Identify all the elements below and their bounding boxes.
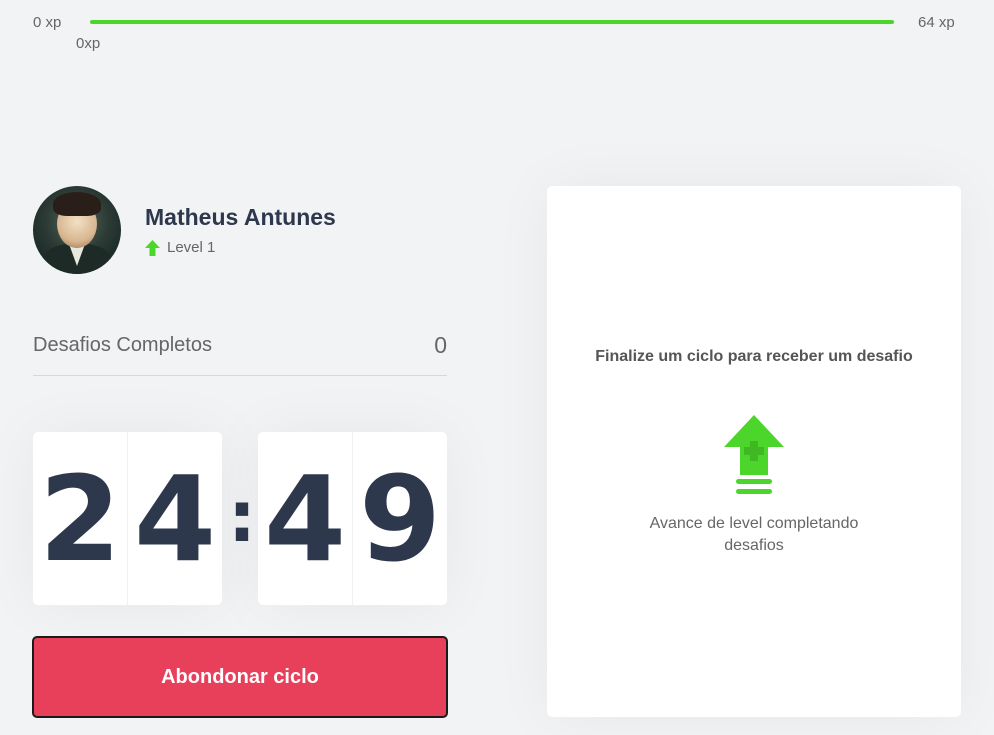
xp-progress-fill — [90, 20, 894, 24]
xp-current-label: 0xp — [76, 35, 101, 52]
second-digit-right: 9 — [358, 449, 442, 588]
level-up-arrow-icon — [145, 239, 160, 256]
xp-min-label: 0 xp — [33, 14, 62, 31]
profile-name: Matheus Antunes — [145, 204, 336, 230]
minute-digit-left: 2 — [33, 432, 128, 605]
profile: Matheus Antunes Level 1 — [33, 186, 453, 276]
level-label: Level 1 — [167, 239, 216, 256]
countdown: 2 4 : 4 9 — [33, 432, 447, 605]
avatar — [33, 186, 121, 274]
completed-challenges: Desafios Completos 0 — [33, 332, 447, 376]
experience-bar: 0 xp 64 xp 0xp — [0, 0, 994, 60]
challenge-box: Finalize um ciclo para receber um desafi… — [547, 186, 961, 717]
challenge-box-headline: Finalize um ciclo para receber um desafi… — [595, 348, 913, 365]
challenge-box-hint: Avance de level completando desafios — [649, 515, 859, 554]
level-up-icon — [724, 415, 784, 494]
profile-level: Level 1 — [145, 239, 215, 256]
abandon-cycle-button[interactable]: Abondonar ciclo — [32, 636, 448, 718]
countdown-separator: : — [228, 476, 256, 558]
xp-max-label: 64 xp — [918, 14, 955, 31]
minute-digit-right: 4 — [133, 449, 217, 588]
xp-track — [90, 20, 894, 24]
second-digit-left: 4 — [258, 432, 353, 605]
countdown-seconds: 4 9 — [258, 432, 447, 605]
completed-challenges-label: Desafios Completos — [33, 334, 212, 356]
completed-challenges-count: 0 — [434, 332, 447, 358]
countdown-minutes: 2 4 — [33, 432, 222, 605]
